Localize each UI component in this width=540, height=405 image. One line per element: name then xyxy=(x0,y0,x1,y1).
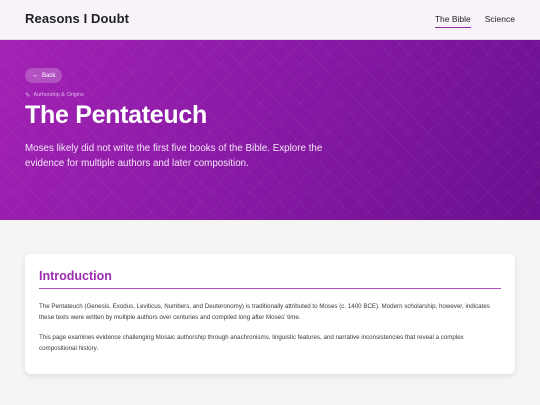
nav-link-science[interactable]: Science xyxy=(485,14,515,28)
back-button-label: Back xyxy=(42,72,56,79)
introduction-card: Introduction The Pentateuch (Genesis, Ex… xyxy=(25,254,515,374)
category-tag: ✎ Authorship & Origins xyxy=(25,91,84,99)
page-subtitle: Moses likely did not write the first fiv… xyxy=(25,143,323,169)
hero-pattern xyxy=(0,40,540,220)
page-title: The Pentateuch xyxy=(25,101,207,129)
site-brand[interactable]: Reasons I Doubt xyxy=(25,11,129,26)
back-button[interactable]: ← Back xyxy=(25,68,63,83)
nav-link-the-bible[interactable]: The Bible xyxy=(434,14,471,28)
heading-divider xyxy=(39,288,501,289)
category-label: Authorship & Origins xyxy=(33,92,84,98)
intro-paragraph-1: The Pentateuch (Genesis, Exodus, Levitic… xyxy=(39,303,490,321)
pencil-icon: ✎ xyxy=(25,92,31,99)
arrow-left-icon: ← xyxy=(32,72,39,79)
hero-banner: ← Back ✎ Authorship & Origins The Pentat… xyxy=(0,40,540,220)
top-nav-bar: Reasons I Doubt The Bible Science xyxy=(0,0,540,40)
section-heading: Introduction xyxy=(39,269,112,283)
intro-paragraph-2: This page examines evidence challenging … xyxy=(39,334,464,352)
main-nav: The Bible Science xyxy=(434,14,515,28)
